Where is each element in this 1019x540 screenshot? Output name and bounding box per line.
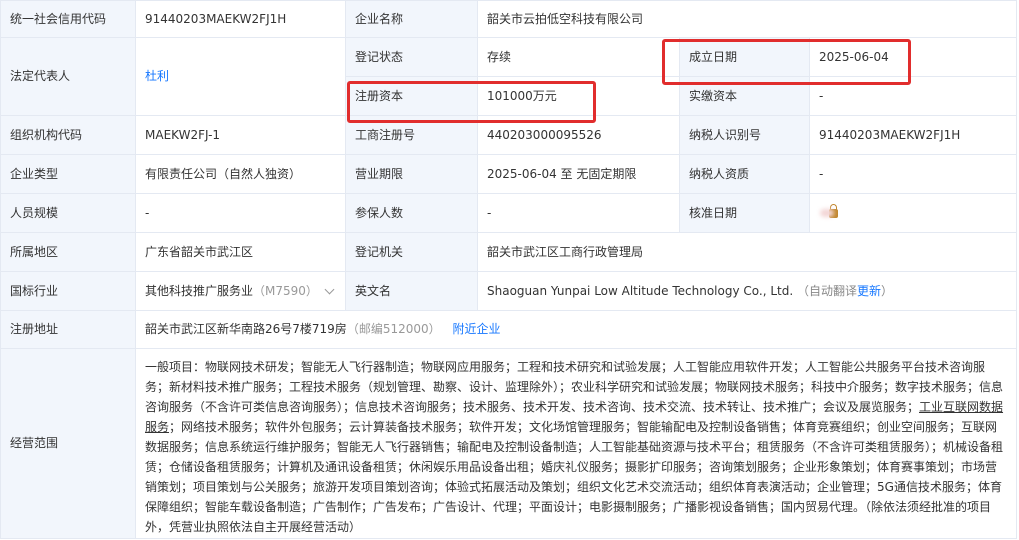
label-address: 注册地址: [0, 310, 136, 349]
label-insured: 参保人数: [345, 193, 478, 233]
value-company-name[interactable]: 韶关市云拍低空科技有限公司: [476, 0, 1018, 38]
value-org-code[interactable]: MAEKW2FJ-1: [135, 115, 346, 155]
english-name-cell: Shaoguan Yunpai Low Altitude Technology …: [476, 271, 1018, 311]
scope-text-1: 一般项目：物联网技术研发；智能无人飞行器制造；物联网应用服务；工程和技术研究和试…: [145, 360, 1004, 414]
auto-translate-close: ）: [881, 283, 894, 298]
value-reg-capital: 101000万元: [477, 76, 680, 116]
postcode: （邮编512000）: [346, 322, 441, 336]
legal-rep-link[interactable]: 杜利: [145, 69, 169, 83]
value-reg-authority: 韶关市武江区工商行政管理局: [476, 232, 1018, 272]
industry-code: （M7590）: [253, 283, 318, 298]
address-cell: 韶关市武江区新华南路26号7楼719房（邮编512000） 附近企业: [134, 310, 1018, 349]
nearby-companies-link[interactable]: 附近企业: [452, 322, 500, 336]
label-org-code: 组织机构代码: [0, 115, 136, 155]
label-reg-status: 登记状态: [345, 37, 478, 77]
label-taxpayer-qual: 纳税人资质: [679, 154, 810, 194]
label-legal-rep: 法定代表人: [0, 37, 136, 116]
row-company-type: 企业类型 有限责任公司（自然人独资） 营业期限 2025-06-04 至 无固定…: [0, 154, 1018, 194]
value-scope: 一般项目：物联网技术研发；智能无人飞行器制造；物联网应用服务；工程和技术研究和试…: [134, 348, 1018, 539]
label-paid-capital: 实缴资本: [679, 76, 810, 116]
value-taxpayer-qual: -: [808, 154, 1018, 194]
value-biz-reg-no[interactable]: 440203000095526: [477, 115, 680, 155]
label-scope: 经营范围: [0, 348, 136, 539]
label-term: 营业期限: [345, 154, 478, 194]
label-english-name: 英文名: [345, 271, 478, 311]
label-staff-size: 人员规模: [0, 193, 136, 233]
value-taxpayer-id[interactable]: 91440203MAEKW2FJ1H: [808, 115, 1018, 155]
value-paid-capital: -: [808, 76, 1018, 116]
blurred-date: [819, 209, 834, 217]
label-region: 所属地区: [0, 232, 136, 272]
value-reg-status: 存续: [477, 37, 680, 77]
row-address: 注册地址 韶关市武江区新华南路26号7楼719房（邮编512000） 附近企业: [0, 310, 1018, 349]
label-industry: 国标行业: [0, 271, 136, 311]
chevron-down-icon[interactable]: [324, 284, 335, 294]
auto-translate-note: （自动翻译: [797, 283, 858, 298]
label-reg-authority: 登记机关: [345, 232, 478, 272]
company-info-panel: 统一社会信用代码 91440203MAEKW2FJ1H 企业名称 韶关市云拍低空…: [0, 0, 1019, 540]
value-industry: 其他科技推广服务业: [145, 283, 254, 298]
row-scope: 经营范围 一般项目：物联网技术研发；智能无人飞行器制造；物联网应用服务；工程和技…: [0, 348, 1018, 539]
legal-rep-cell: 杜利: [135, 37, 346, 116]
row-industry: 国标行业 其他科技推广服务业（M7590） 英文名 Shaoguan Yunpa…: [0, 271, 1018, 311]
update-link[interactable]: 更新: [857, 284, 881, 298]
label-credit-code: 统一社会信用代码: [0, 0, 136, 38]
value-approval-date[interactable]: [808, 193, 1018, 233]
scope-text-2: ；网络技术服务；软件外包服务；云计算装备技术服务；软件开发；文化场馆管理服务；智…: [145, 420, 1004, 534]
company-info-table: 统一社会信用代码 91440203MAEKW2FJ1H 企业名称 韶关市云拍低空…: [0, 0, 1018, 539]
value-english-name: Shaoguan Yunpai Low Altitude Technology …: [487, 283, 794, 298]
label-approval-date: 核准日期: [679, 193, 810, 233]
label-reg-capital: 注册资本: [345, 76, 478, 116]
industry-dropdown[interactable]: 其他科技推广服务业（M7590）: [135, 271, 346, 311]
label-biz-reg-no: 工商注册号: [345, 115, 478, 155]
label-taxpayer-id: 纳税人识别号: [679, 115, 810, 155]
value-address: 韶关市武江区新华南路26号7楼719房: [145, 322, 347, 336]
row-org-code: 组织机构代码 MAEKW2FJ-1 工商注册号 440203000095526 …: [0, 115, 1018, 155]
row-staff-size: 人员规模 - 参保人数 - 核准日期: [0, 193, 1018, 233]
label-company-name: 企业名称: [345, 0, 478, 38]
value-insured: -: [477, 193, 680, 233]
row-credit-code: 统一社会信用代码 91440203MAEKW2FJ1H 企业名称 韶关市云拍低空…: [0, 0, 1018, 38]
row-legal-rep: 法定代表人 杜利 登记状态 存续 成立日期 2025-06-04: [0, 37, 1018, 116]
value-credit-code[interactable]: 91440203MAEKW2FJ1H: [135, 0, 346, 38]
value-region: 广东省韶关市武江区: [135, 232, 346, 272]
label-founded: 成立日期: [679, 37, 810, 77]
value-staff-size: -: [135, 193, 346, 233]
value-founded: 2025-06-04: [808, 37, 1018, 77]
row-region: 所属地区 广东省韶关市武江区 登记机关 韶关市武江区工商行政管理局: [0, 232, 1018, 272]
label-company-type: 企业类型: [0, 154, 136, 194]
value-company-type: 有限责任公司（自然人独资）: [135, 154, 346, 194]
value-term: 2025-06-04 至 无固定期限: [477, 154, 680, 194]
